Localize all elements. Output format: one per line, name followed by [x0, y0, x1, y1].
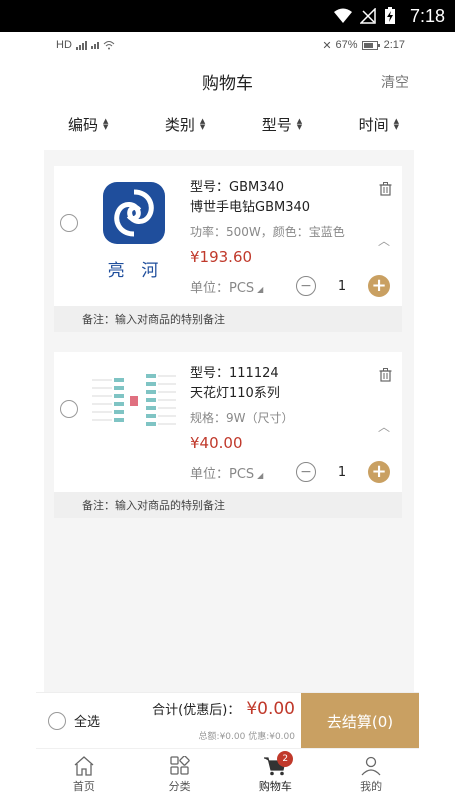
quantity-value[interactable]: 1 [316, 279, 368, 294]
product-image: 亮 河 [90, 178, 178, 288]
delete-icon[interactable] [379, 368, 392, 382]
battery-percent: 67% [335, 39, 358, 51]
collapse-chevron-icon[interactable]: ︿ [378, 418, 390, 435]
wifi-small-icon [103, 41, 115, 50]
sort-arrows-icon: ▲ ▼ [103, 117, 109, 131]
bottom-tab-bar: 首页 分类 2 购物车 我的 [36, 748, 419, 800]
sort-label: 编码 [68, 115, 99, 134]
sort-arrows-icon: ▲ ▼ [296, 117, 303, 131]
increase-button[interactable]: + [368, 461, 390, 483]
hd-indicator: HD [56, 39, 72, 51]
unit-selector[interactable]: 单位：PCS ◢ [190, 277, 263, 296]
item-spec: 规格：9W（尺寸） [190, 411, 294, 425]
cart-item: 型号：111124 天花灯110系列 规格：9W（尺寸） ¥40.00 ︿ 单位… [54, 352, 402, 518]
checkout-button[interactable]: 去结算(0) [301, 693, 419, 749]
sort-by-time[interactable]: 时间 ▲ ▼ [359, 114, 399, 135]
page-header: 购物车 清空 [36, 58, 419, 104]
mute-icon: ✕ [322, 39, 332, 52]
inner-time: 2:17 [383, 39, 405, 51]
tab-label: 分类 [168, 779, 191, 793]
increase-button[interactable]: + [368, 275, 390, 297]
dropdown-triangle-icon: ◢ [257, 284, 264, 294]
sort-bar: 编码 ▲ ▼ 类别 ▲ ▼ 型号 ▲ ▼ 时间 ▲ ▼ [36, 104, 419, 144]
signal-icon [75, 40, 87, 50]
decrease-button[interactable]: − [296, 276, 316, 296]
item-spec: 功率：500W，颜色：宝蓝色 [190, 225, 345, 239]
select-all-radio[interactable] [48, 711, 66, 730]
unit-label: 单位：PCS [190, 280, 255, 296]
brand-logo-text: 亮 河 [107, 261, 161, 281]
tab-label: 购物车 [258, 779, 292, 793]
sort-label: 类别 [164, 115, 195, 134]
quantity-stepper: − 1 + [296, 461, 390, 483]
total-label: 合计(优惠后)： [152, 703, 241, 718]
home-icon [74, 755, 94, 776]
cart-item: 亮 河 型号：GBM340 博世手电钻GBM340 功率：500W，颜色：宝蓝色… [54, 166, 402, 332]
remark-input[interactable]: 备注：输入对商品的特别备注 [54, 492, 402, 518]
inner-status-bar: HD ✕ 67% 2:17 [36, 32, 419, 58]
profile-icon [361, 756, 381, 775]
quantity-value[interactable]: 1 [316, 465, 368, 480]
tab-category[interactable]: 分类 [132, 749, 228, 800]
item-select-radio[interactable] [60, 214, 78, 232]
dropdown-triangle-icon: ◢ [257, 470, 264, 480]
decrease-button[interactable]: − [296, 462, 316, 482]
collapse-chevron-icon[interactable]: ︿ [378, 232, 390, 249]
product-image [90, 364, 178, 474]
sort-arrows-icon: ▲ ▼ [393, 117, 399, 131]
item-info: 型号：GBM340 博世手电钻GBM340 功率：500W，颜色：宝蓝色 ¥19… [190, 178, 392, 268]
unit-selector[interactable]: 单位：PCS ◢ [190, 463, 263, 482]
remark-input[interactable]: 备注：输入对商品的特别备注 [54, 306, 402, 332]
product-diagram-icon [92, 374, 176, 426]
tab-label: 我的 [360, 779, 383, 793]
totals: 合计(优惠后)： ¥0.00 总额:¥0.00 优惠:¥0.00 [146, 693, 301, 748]
sort-by-model[interactable]: 型号 ▲ ▼ [262, 114, 302, 135]
brand-logo-icon [103, 182, 165, 244]
page-title: 购物车 [202, 73, 253, 94]
no-signal-icon [359, 8, 376, 24]
select-all-toggle[interactable]: 全选 [36, 693, 146, 748]
tab-home[interactable]: 首页 [36, 749, 132, 800]
sort-by-category[interactable]: 类别 ▲ ▼ [165, 114, 205, 135]
item-price: ¥193.60 [190, 248, 253, 266]
delete-icon[interactable] [379, 182, 392, 196]
select-all-label: 全选 [74, 715, 101, 730]
sort-by-code[interactable]: 编码 ▲ ▼ [68, 114, 108, 135]
unit-label: 单位：PCS [190, 466, 255, 482]
item-name: 天花灯110系列 [190, 386, 280, 401]
unit-row: 单位：PCS ◢ − 1 + [190, 460, 390, 484]
tab-cart[interactable]: 2 购物车 [228, 749, 324, 800]
total-amount: ¥0.00 [246, 699, 295, 719]
battery-charging-icon [384, 7, 395, 24]
unit-row: 单位：PCS ◢ − 1 + [190, 274, 390, 298]
signal2-icon [90, 41, 99, 49]
item-model: 型号：111124 [190, 366, 279, 381]
item-select-radio[interactable] [60, 400, 78, 418]
battery-icon [361, 40, 380, 50]
item-name: 博世手电钻GBM340 [190, 200, 311, 215]
wifi-icon [333, 8, 352, 23]
app-screen: HD ✕ 67% 2:17 购物车 清空 编码 ▲ ▼ 类别 ▲ ▼ 型号 ▲ ▼ [36, 32, 419, 812]
discount-summary: 总额:¥0.00 优惠:¥0.00 [198, 732, 295, 742]
item-model: 型号：GBM340 [190, 180, 285, 195]
category-icon [169, 755, 190, 775]
sort-arrows-icon: ▲ ▼ [199, 117, 206, 131]
item-info: 型号：111124 天花灯110系列 规格：9W（尺寸） ¥40.00 [190, 364, 392, 454]
cart-badge: 2 [277, 751, 294, 767]
system-status-bar: 7:18 [0, 0, 455, 32]
checkout-bar: 全选 合计(优惠后)： ¥0.00 总额:¥0.00 优惠:¥0.00 去结算(… [36, 692, 419, 749]
system-time: 7:18 [409, 5, 445, 26]
clear-cart-button[interactable]: 清空 [381, 72, 409, 92]
quantity-stepper: − 1 + [296, 275, 390, 297]
tab-label: 首页 [72, 779, 95, 793]
tab-profile[interactable]: 我的 [323, 749, 419, 800]
sort-label: 时间 [358, 115, 389, 134]
sort-label: 型号 [261, 115, 292, 134]
item-price: ¥40.00 [190, 434, 243, 452]
